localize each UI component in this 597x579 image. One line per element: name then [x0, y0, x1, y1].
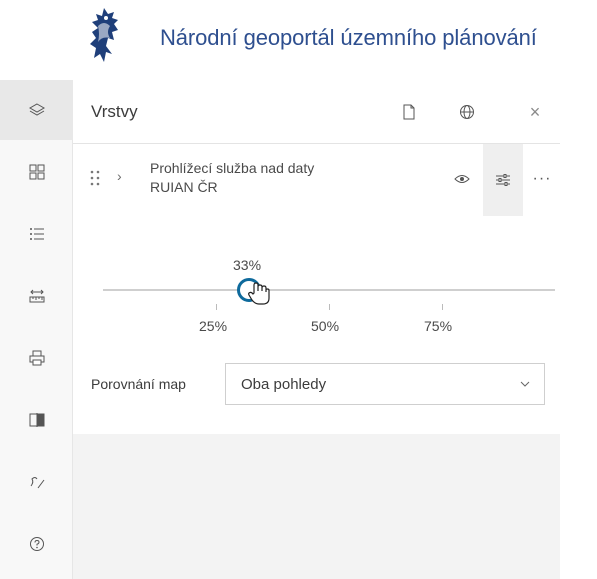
add-layer-button[interactable] — [395, 98, 423, 126]
legend-list-icon — [29, 228, 44, 240]
drag-handle-icon[interactable] — [89, 168, 101, 188]
swipe-tool-button[interactable] — [0, 390, 73, 450]
sketch-tool-button[interactable] — [0, 452, 73, 512]
measure-ruler-icon — [29, 289, 44, 303]
chevron-down-icon — [520, 381, 530, 387]
layer-options-button[interactable] — [483, 144, 523, 216]
layers-tool-button[interactable] — [0, 80, 73, 140]
basemap-gallery-icon — [29, 164, 44, 180]
slider-tick — [442, 304, 443, 310]
lion-emblem-icon — [90, 8, 118, 62]
layer-name-line2: RUIAN ČR — [150, 179, 218, 195]
measure-tool-button[interactable] — [0, 266, 73, 326]
document-icon — [403, 104, 415, 120]
tick-label-50: 50% — [311, 318, 340, 334]
layer-name-line1: Prohlížecí služba nad daty — [150, 160, 315, 176]
layer-name: Prohlížecí služba nad daty RUIAN ČR — [150, 159, 390, 197]
slider-value-label: 33% — [233, 257, 262, 273]
slider-tick — [329, 304, 330, 310]
transparency-slider-thumb[interactable] — [237, 278, 261, 302]
panel-header: Vrstvy × — [73, 80, 560, 144]
legend-tool-button[interactable] — [0, 204, 73, 264]
transparency-slider-track[interactable] — [103, 289, 555, 291]
tick-label-25: 25% — [199, 318, 228, 334]
visibility-toggle-button[interactable] — [445, 162, 479, 196]
tick-label-75: 75% — [424, 318, 453, 334]
slider-tick — [216, 304, 217, 310]
print-tool-button[interactable] — [0, 328, 73, 388]
print-icon — [29, 350, 44, 366]
sliders-icon — [496, 174, 510, 186]
sketch-draw-icon — [30, 477, 44, 489]
globe-icon — [460, 105, 474, 119]
layers-icon — [28, 103, 45, 116]
compare-select[interactable]: Oba pohledy — [225, 363, 545, 405]
app-title: Národní geoportál územního plánování — [160, 25, 537, 50]
ellipsis-icon: ··· — [532, 170, 552, 187]
swipe-compare-icon — [29, 413, 44, 427]
panel-title: Vrstvy — [91, 102, 138, 121]
expand-chevron-icon[interactable]: › — [117, 168, 122, 184]
help-icon — [29, 537, 44, 551]
app-header: Národní geoportál územního plánování — [0, 0, 597, 80]
compare-label: Porovnání map — [91, 376, 186, 392]
layer-list-item[interactable]: › Prohlížecí služba nad daty RUIAN ČR ··… — [73, 144, 560, 216]
close-icon: × — [529, 101, 541, 122]
eye-icon — [454, 175, 470, 183]
compare-selected-value: Oba pohledy — [241, 376, 327, 393]
close-panel-button[interactable]: × — [521, 98, 549, 126]
tool-sidebar — [0, 80, 73, 579]
basemap-tool-button[interactable] — [0, 142, 73, 202]
more-actions-button[interactable]: ··· — [525, 162, 559, 196]
help-tool-button[interactable] — [0, 514, 73, 574]
layers-panel-content: Vrstvy × › Prohlížecí služba nad daty RU… — [73, 80, 560, 434]
layers-panel: Vrstvy × › Prohlížecí služba nad daty RU… — [73, 80, 560, 579]
web-service-button[interactable] — [453, 98, 481, 126]
